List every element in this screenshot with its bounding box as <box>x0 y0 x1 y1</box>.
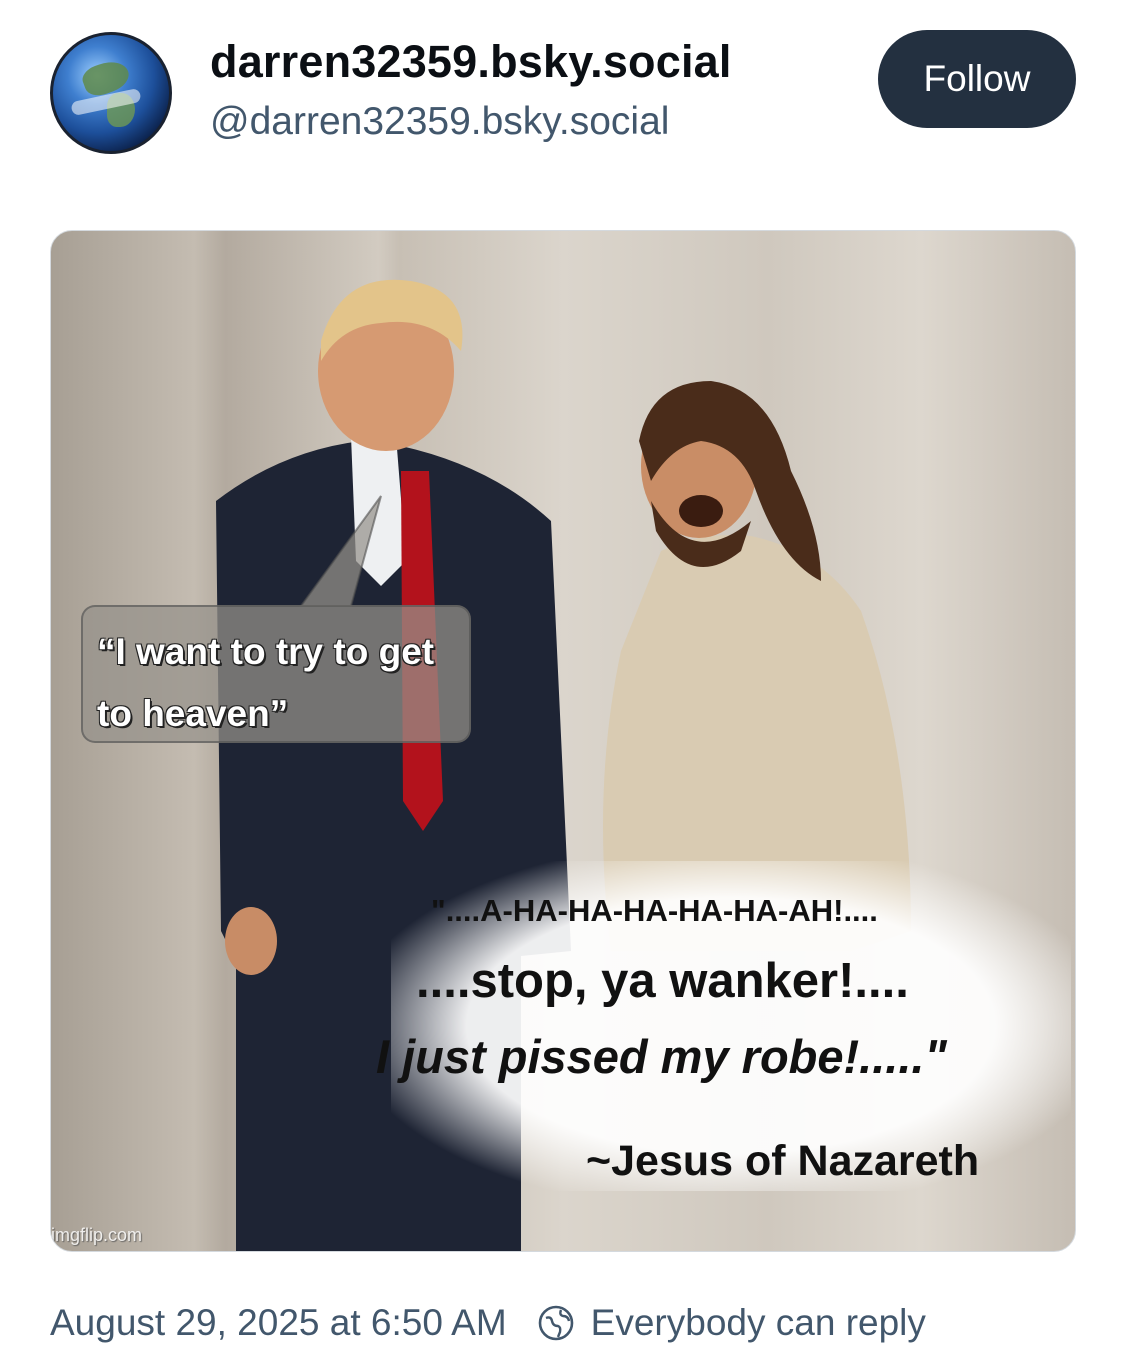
quote-attribution: ~Jesus of Nazareth <box>586 1137 980 1185</box>
quote-line-3: I just pissed my robe!....." <box>376 1030 947 1083</box>
author-avatar[interactable] <box>50 32 172 154</box>
quote-line-2: ....stop, ya wanker!.... <box>416 954 909 1008</box>
author-display-name[interactable]: darren32359.bsky.social <box>210 36 732 88</box>
reply-setting: Everybody can reply <box>590 1302 926 1343</box>
speech-bubble-text: “I want to try to get to heaven” <box>81 605 471 743</box>
follow-button[interactable]: Follow <box>878 30 1076 128</box>
globe-reply-icon <box>538 1305 573 1341</box>
post-image[interactable]: “I want to try to get to heaven” "....A-… <box>50 230 1076 1252</box>
post-timestamp[interactable]: August 29, 2025 at 6:50 AM <box>50 1302 507 1344</box>
watermark: imgflip.com <box>51 1225 143 1245</box>
post-footer: August 29, 2025 at 6:50 AM Everybody can… <box>50 1302 926 1344</box>
quote-line-1: "....A-HA-HA-HA-HA-HA-AH!.... <box>431 893 878 928</box>
author-handle[interactable]: @darren32359.bsky.social <box>210 100 669 144</box>
